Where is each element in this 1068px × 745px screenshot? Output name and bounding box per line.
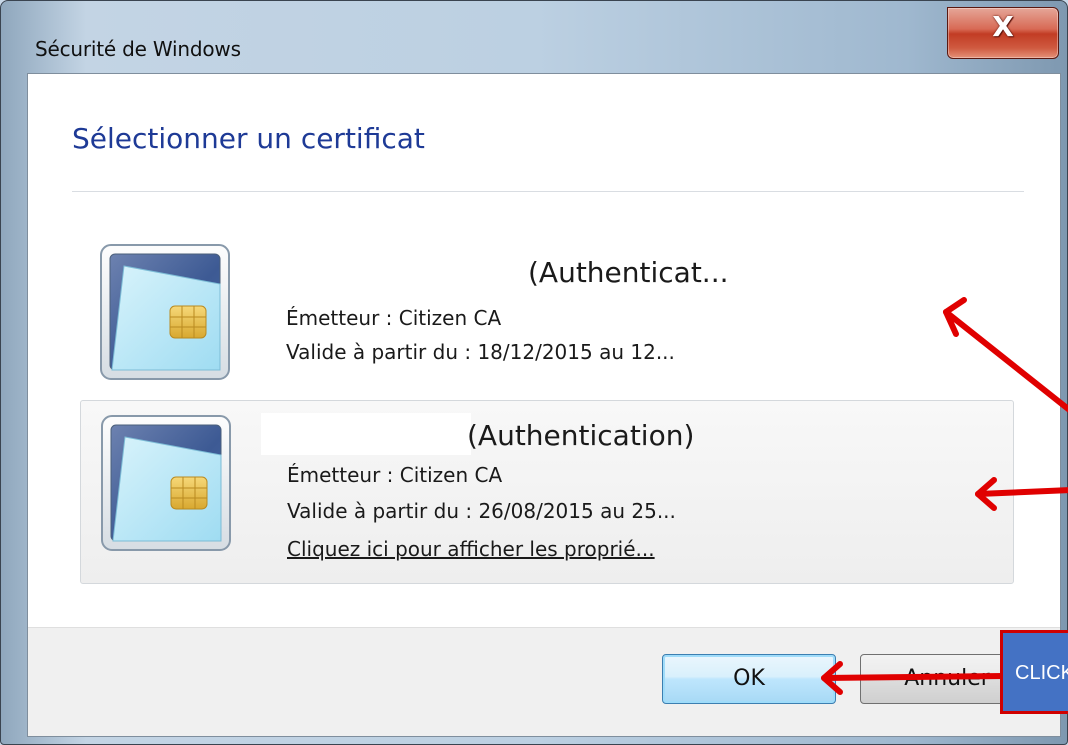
smart-card-icon — [101, 415, 231, 551]
dialog-body: Sélectionner un certificat (Authenticat.… — [27, 73, 1061, 737]
certificate-name: (Authentication) — [467, 419, 695, 452]
certificate-validity: Valide à partir du : 18/12/2015 au 12... — [286, 340, 675, 364]
certificate-issuer: Émetteur : Citizen CA — [287, 463, 503, 487]
certificate-validity: Valide à partir du : 26/08/2015 au 25... — [287, 499, 676, 523]
close-icon: X — [992, 10, 1014, 43]
certificate-item-selected[interactable]: (Authentication) Émetteur : Citizen CA V… — [80, 400, 1014, 584]
close-button[interactable]: X — [947, 7, 1059, 59]
ok-button[interactable]: OK — [662, 654, 836, 704]
window-title: Sécurité de Windows — [35, 37, 241, 61]
redacted-name — [261, 413, 471, 455]
certificate-name: (Authenticat... — [528, 256, 729, 289]
dialog-window: Sécurité de Windows X Sélectionner un ce… — [0, 0, 1068, 745]
certificate-properties-link[interactable]: Cliquez ici pour afficher les proprié... — [287, 537, 655, 561]
dialog-heading: Sélectionner un certificat — [72, 122, 425, 155]
smart-card-icon — [100, 244, 230, 380]
heading-divider — [72, 191, 1024, 192]
dialog-footer: OK Annuler — [28, 627, 1060, 736]
certificate-issuer: Émetteur : Citizen CA — [286, 306, 502, 330]
certificate-item[interactable]: (Authenticat... Émetteur : Citizen CA Va… — [80, 226, 1014, 394]
click-annotation: CLICK — [1000, 630, 1068, 714]
